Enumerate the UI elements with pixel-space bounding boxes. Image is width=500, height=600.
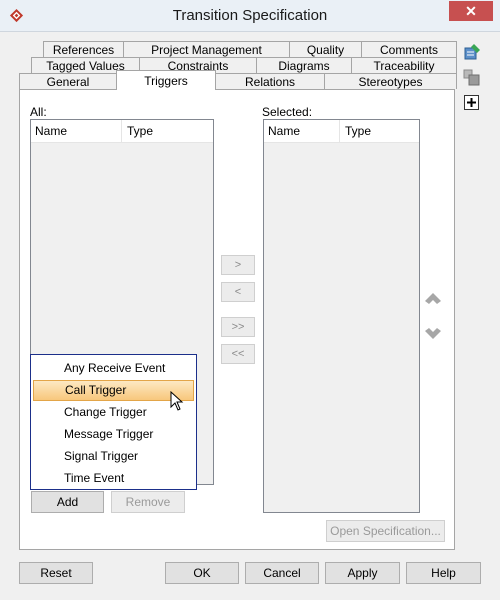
tab-traceability[interactable]: Traceability xyxy=(351,57,457,73)
open-specification-button[interactable]: Open Specification... xyxy=(326,520,445,542)
move-all-left-button[interactable]: << xyxy=(221,344,255,364)
ok-button[interactable]: OK xyxy=(165,562,239,584)
menu-item-signal-trigger[interactable]: Signal Trigger xyxy=(33,446,194,467)
move-all-right-button[interactable]: >> xyxy=(221,317,255,337)
all-list-label: All: xyxy=(30,105,47,119)
tab-references[interactable]: References xyxy=(43,41,124,57)
tab-triggers[interactable]: Triggers xyxy=(116,70,216,90)
apply-button[interactable]: Apply xyxy=(325,562,400,584)
tab-comments[interactable]: Comments xyxy=(361,41,457,57)
tab-relations[interactable]: Relations xyxy=(215,73,325,89)
add-icon[interactable] xyxy=(463,94,481,112)
remove-button[interactable]: Remove xyxy=(111,491,185,513)
tab-diagrams[interactable]: Diagrams xyxy=(256,57,352,73)
menu-item-time-event[interactable]: Time Event xyxy=(33,468,194,489)
tab-quality[interactable]: Quality xyxy=(289,41,362,57)
tab-project-management[interactable]: Project Management xyxy=(123,41,290,57)
close-button[interactable]: ✕ xyxy=(449,1,493,21)
column-header-type[interactable]: Type xyxy=(345,124,371,138)
cancel-button[interactable]: Cancel xyxy=(245,562,319,584)
window-title: Transition Specification xyxy=(172,7,328,24)
move-left-button[interactable]: < xyxy=(221,282,255,302)
tab-stereotypes[interactable]: Stereotypes xyxy=(324,73,457,89)
mouse-cursor-icon xyxy=(170,391,184,411)
column-header-name[interactable]: Name xyxy=(268,124,300,138)
title-bar: Transition Specification ✕ xyxy=(0,0,500,32)
move-right-button[interactable]: > xyxy=(221,255,255,275)
selected-list-header: Name Type xyxy=(264,120,419,143)
column-divider xyxy=(121,120,122,142)
move-up-icon[interactable] xyxy=(424,292,442,306)
column-divider xyxy=(339,120,340,142)
add-button[interactable]: Add xyxy=(31,491,104,513)
move-down-icon[interactable] xyxy=(424,326,442,340)
selected-triggers-list[interactable]: Name Type xyxy=(263,119,420,513)
selected-list-label: Selected: xyxy=(262,105,313,119)
all-list-header: Name Type xyxy=(31,120,213,143)
column-header-name[interactable]: Name xyxy=(35,124,67,138)
reset-button[interactable]: Reset xyxy=(19,562,93,584)
shapes-icon[interactable] xyxy=(463,69,481,87)
menu-item-any-receive-event[interactable]: Any Receive Event xyxy=(33,358,194,379)
add-trigger-menu: Any Receive Event Call Trigger Change Tr… xyxy=(30,354,197,490)
tab-general[interactable]: General xyxy=(19,73,117,89)
menu-item-message-trigger[interactable]: Message Trigger xyxy=(33,424,194,445)
column-header-type[interactable]: Type xyxy=(127,124,153,138)
help-button[interactable]: Help xyxy=(406,562,481,584)
edit-spec-icon[interactable] xyxy=(463,43,481,61)
